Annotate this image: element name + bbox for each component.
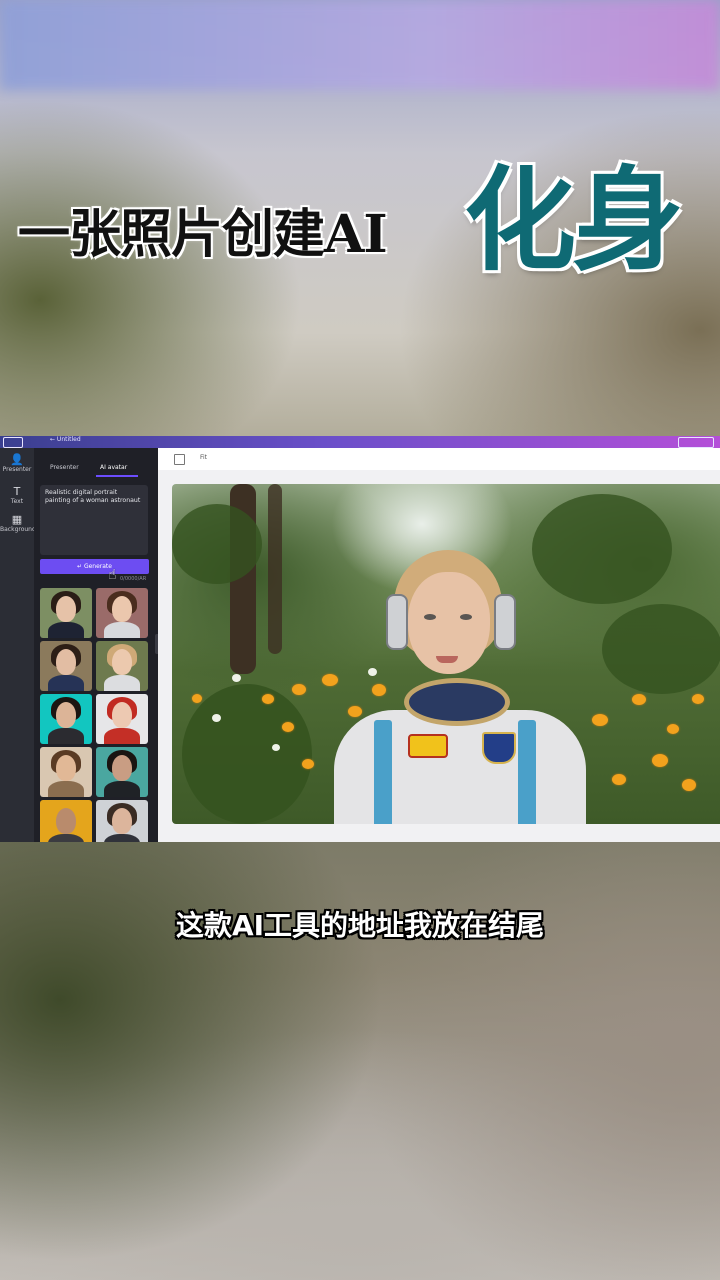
avatar-body — [48, 675, 84, 691]
flower — [592, 714, 608, 726]
avatar-thumb[interactable] — [40, 800, 92, 842]
avatar-body — [48, 728, 84, 744]
prompt-textarea[interactable]: Realistic digital portrait painting of a… — [40, 485, 148, 555]
avatar-body — [104, 781, 140, 797]
rail-item-presenter[interactable]: 👤 Presenter — [0, 453, 34, 474]
headset-right — [494, 594, 516, 650]
generate-button[interactable]: ↵ Generate — [40, 559, 149, 574]
suit-strap — [518, 720, 536, 824]
avatar-body — [48, 781, 84, 797]
avatar-face — [112, 808, 132, 834]
avatar-body — [104, 675, 140, 691]
avatar-thumb[interactable] — [40, 694, 92, 744]
headline-big-text: 化身 — [464, 155, 684, 286]
top-blur-band — [0, 0, 720, 90]
text-icon: T — [13, 485, 21, 498]
suit-collar — [404, 678, 510, 726]
rail-item-background[interactable]: ▦ Background — [0, 513, 36, 534]
avatar-face — [112, 596, 132, 622]
avatar-face — [112, 649, 132, 675]
flower — [292, 684, 306, 695]
headline-small-text: 一张照片创建AI — [18, 204, 388, 265]
avatar-thumb[interactable] — [40, 747, 92, 797]
flower — [632, 694, 646, 705]
flower — [667, 724, 679, 734]
canvas-stage — [158, 470, 720, 842]
avatar-eye — [460, 614, 472, 620]
headset-left — [386, 594, 408, 650]
panel-tabs: Presenter AI avatar — [34, 448, 158, 478]
fit-button[interactable]: Fit — [200, 454, 207, 461]
rail-item-text[interactable]: T Text — [0, 485, 34, 506]
rail-item-label: Presenter — [2, 466, 32, 473]
tree-trunk — [268, 484, 282, 654]
video-caption: 这款AI工具的地址我放在结尾 — [175, 909, 545, 942]
avatar-thumb[interactable] — [96, 588, 148, 638]
canvas-toolbar: Fit — [158, 448, 720, 471]
avatar-preview-image[interactable] — [172, 484, 720, 824]
rail-item-label: Text — [10, 498, 24, 505]
avatar-face — [56, 702, 76, 728]
avatar-face — [56, 808, 76, 834]
astronaut-avatar — [332, 550, 592, 824]
suit-badge — [482, 732, 516, 764]
suit-strap — [374, 720, 392, 824]
foliage — [172, 504, 262, 584]
avatar-body — [48, 622, 84, 638]
avatar-thumb[interactable] — [96, 747, 148, 797]
breadcrumb[interactable]: ← Untitled — [50, 436, 81, 443]
flower — [652, 754, 668, 767]
app-logo-icon[interactable] — [3, 437, 23, 448]
expand-icon[interactable] — [174, 454, 185, 465]
left-rail: 👤 Presenter T Text ▦ Background — [0, 448, 36, 842]
avatar-body — [104, 622, 140, 638]
flower — [262, 694, 274, 704]
flower — [302, 759, 314, 769]
rail-item-label: Background — [0, 526, 36, 533]
app-screenshot: ← Untitled 👤 Presenter T Text ▦ Backgrou… — [0, 436, 720, 842]
avatar-face — [56, 755, 76, 781]
avatar-face — [56, 596, 76, 622]
person-icon: 👤 — [10, 453, 24, 466]
avatar-eye — [424, 614, 436, 620]
tab-ai-avatar[interactable]: AI avatar — [100, 464, 127, 471]
foliage — [602, 604, 720, 694]
avatar-thumb[interactable] — [96, 800, 148, 842]
white-flower — [212, 714, 221, 722]
app-topbar: ← Untitled — [0, 436, 720, 448]
pointer-cursor-icon: ☝ — [108, 567, 117, 583]
avatar-face — [56, 649, 76, 675]
flower — [282, 722, 294, 732]
avatar-face — [112, 702, 132, 728]
share-button[interactable] — [678, 437, 714, 448]
avatar-body — [48, 834, 84, 842]
character-counter: 0/0000/AR — [120, 576, 147, 582]
video-headline: 一张照片创建AI 化身 — [0, 130, 720, 286]
flower — [192, 694, 202, 703]
avatar-panel: Presenter AI avatar Realistic digital po… — [34, 448, 158, 842]
space-suit — [334, 710, 586, 824]
flower — [612, 774, 626, 785]
avatar-thumb[interactable] — [96, 694, 148, 744]
white-flower — [232, 674, 241, 682]
avatar-thumb[interactable] — [40, 641, 92, 691]
avatar-body — [104, 728, 140, 744]
avatar-body — [104, 834, 140, 842]
flower — [682, 779, 696, 791]
flower — [692, 694, 704, 704]
active-tab-indicator — [96, 475, 138, 477]
avatar-face — [112, 755, 132, 781]
white-flower — [272, 744, 280, 751]
background-icon: ▦ — [11, 513, 23, 526]
avatar-mouth — [436, 656, 458, 663]
suit-patch — [408, 734, 448, 758]
foliage — [182, 684, 312, 824]
avatar-thumb[interactable] — [96, 641, 148, 691]
tab-presenter[interactable]: Presenter — [50, 464, 79, 471]
avatar-thumb[interactable] — [40, 588, 92, 638]
